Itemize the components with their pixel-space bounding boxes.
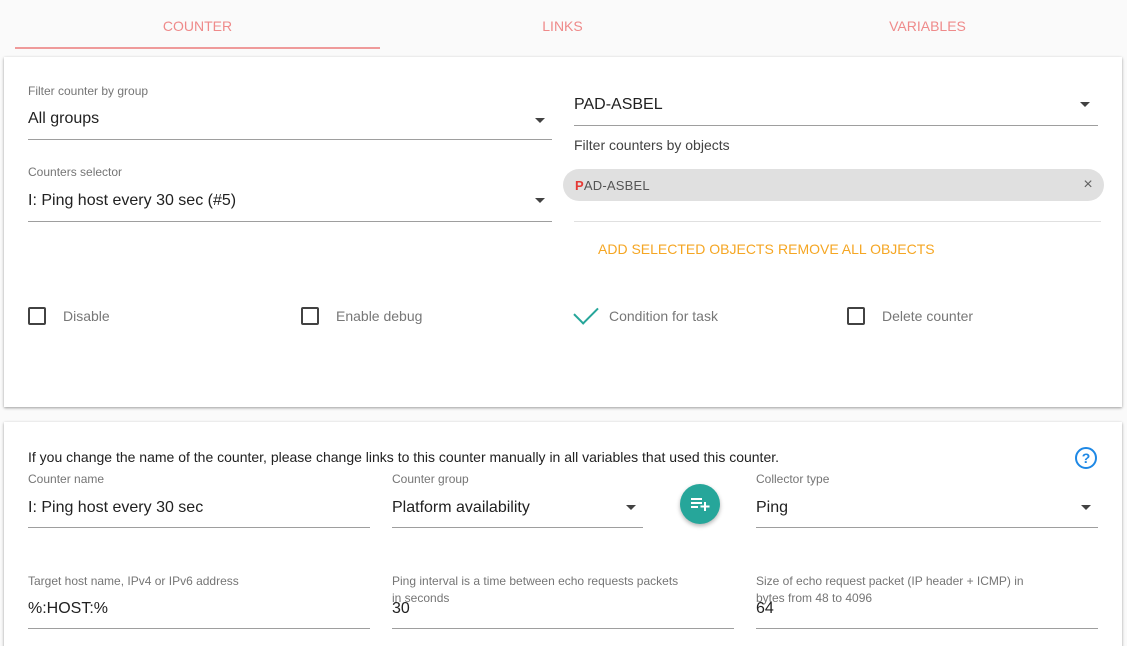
packet-size-underline: [756, 628, 1098, 629]
counter-selection-card: Filter counter by group All groups Count…: [4, 57, 1122, 407]
add-counter-group-button[interactable]: [680, 484, 720, 524]
collector-type-value: Ping: [756, 499, 789, 516]
delete-counter-label: Delete counter: [882, 308, 974, 324]
tab-bar: COUNTER LINKS VARIABLES: [15, 0, 1111, 50]
filter-group-label: Filter counter by group: [28, 84, 149, 98]
counter-name-value: I: Ping host every 30 sec: [28, 499, 204, 516]
target-host-value: %:HOST:%: [28, 600, 109, 617]
dropdown-arrow-icon: [1081, 505, 1091, 510]
dropdown-arrow-icon: [535, 198, 545, 203]
packet-size-input[interactable]: 64: [756, 590, 1098, 630]
help-icon[interactable]: ?: [1075, 447, 1097, 469]
chip-divider: [574, 221, 1101, 222]
filter-group-underline: [28, 139, 552, 140]
add-selected-objects-button[interactable]: ADD SELECTED OBJECTS: [598, 241, 774, 257]
collector-type-select[interactable]: Ping: [756, 490, 1098, 530]
chip-highlight: P: [575, 178, 584, 193]
object-chip: PAD-ASBEL ×: [563, 169, 1104, 201]
counter-group-value: Platform availability: [392, 499, 530, 516]
packet-size-value: 64: [756, 600, 774, 617]
objects-select-underline: [574, 125, 1098, 126]
filter-group-select[interactable]: All groups: [28, 101, 552, 141]
disable-checkbox[interactable]: [28, 307, 46, 325]
tab-variables[interactable]: VARIABLES: [745, 0, 1110, 50]
counter-name-underline: [28, 527, 370, 528]
dropdown-arrow-icon: [1080, 102, 1090, 107]
ping-interval-input[interactable]: 30: [392, 590, 734, 630]
counters-selector-value: I: Ping host every 30 sec (#5): [28, 192, 237, 209]
tab-links[interactable]: LINKS: [380, 0, 745, 50]
close-icon[interactable]: ×: [1078, 175, 1098, 195]
objects-select[interactable]: PAD-ASBEL: [574, 87, 1098, 127]
counters-selector-underline: [28, 221, 552, 222]
remove-all-objects-button[interactable]: REMOVE ALL OBJECTS: [778, 241, 935, 257]
target-host-label: Target host name, IPv4 or IPv6 address: [28, 574, 239, 588]
collector-type-underline: [756, 527, 1098, 528]
counters-selector-label: Counters selector: [28, 165, 123, 179]
objects-select-value: PAD-ASBEL: [574, 96, 663, 113]
target-host-underline: [28, 628, 370, 629]
condition-for-task-label: Condition for task: [609, 308, 718, 324]
counter-group-select[interactable]: Platform availability: [392, 490, 643, 530]
chip-rest: AD-ASBEL: [583, 178, 650, 193]
object-chip-label: PAD-ASBEL: [575, 178, 650, 193]
counter-group-underline: [392, 527, 643, 528]
enable-debug-checkbox[interactable]: [301, 307, 319, 325]
counter-name-input[interactable]: I: Ping host every 30 sec: [28, 490, 370, 530]
ping-interval-value: 30: [392, 600, 410, 617]
objects-filter-helper: Filter counters by objects: [574, 137, 730, 153]
playlist-add-icon: [691, 498, 710, 511]
collector-type-label: Collector type: [756, 472, 830, 486]
counter-name-label: Counter name: [28, 472, 105, 486]
active-tab-indicator: [15, 47, 380, 49]
ping-interval-label: Ping interval is a time between echo req…: [392, 574, 679, 588]
counter-group-label: Counter group: [392, 472, 469, 486]
tab-counter[interactable]: COUNTER: [15, 0, 380, 50]
condition-for-task-checkbox[interactable]: [573, 299, 599, 325]
dropdown-arrow-icon: [626, 505, 636, 510]
enable-debug-label: Enable debug: [336, 308, 423, 324]
delete-counter-checkbox[interactable]: [847, 307, 865, 325]
ping-interval-underline: [392, 628, 734, 629]
disable-label: Disable: [63, 308, 110, 324]
rename-notice: If you change the name of the counter, p…: [28, 449, 780, 465]
counter-settings-card: If you change the name of the counter, p…: [4, 422, 1122, 646]
dropdown-arrow-icon: [535, 118, 545, 123]
target-host-input[interactable]: %:HOST:%: [28, 590, 370, 630]
filter-group-value: All groups: [28, 110, 100, 127]
counters-selector-select[interactable]: I: Ping host every 30 sec (#5): [28, 183, 552, 223]
packet-size-label: Size of echo request packet (IP header +…: [756, 574, 1024, 588]
